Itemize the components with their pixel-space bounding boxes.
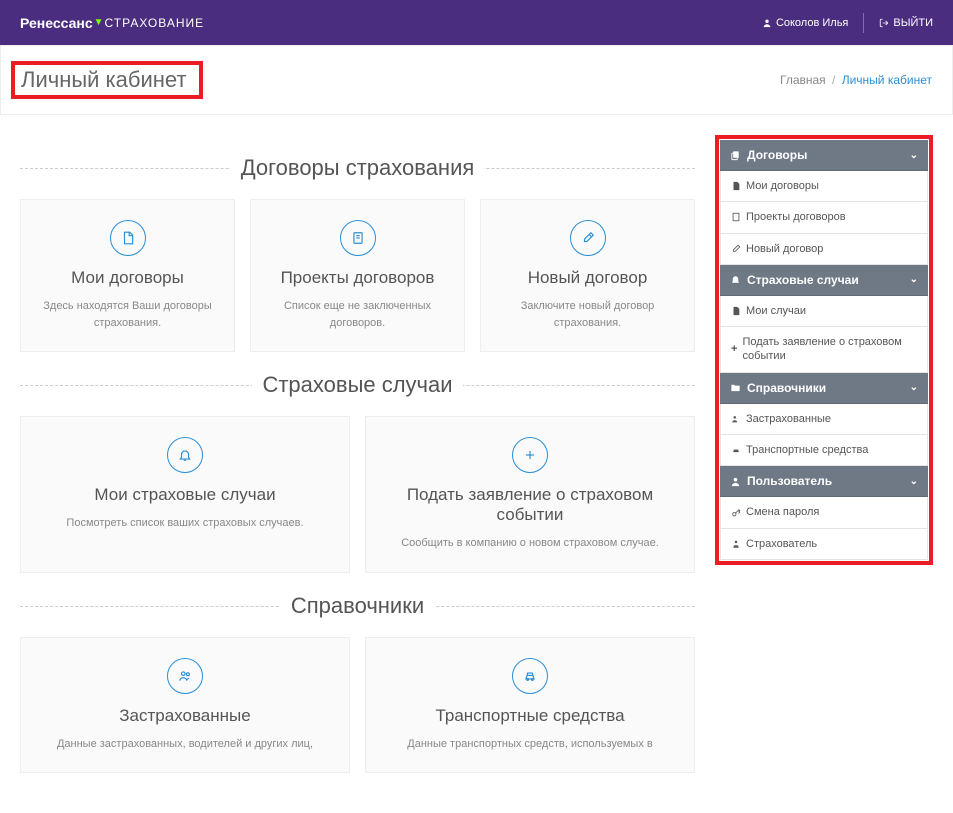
bell-icon (730, 274, 741, 285)
card-desc: Посмотреть список ваших страховых случае… (36, 515, 334, 532)
key-icon (731, 508, 741, 518)
card-my-contracts[interactable]: Мои договоры Здесь находятся Ваши догово… (20, 199, 235, 352)
folder-icon (730, 382, 741, 393)
plus-icon: + (731, 342, 737, 356)
card-desc: Данные транспортных средств, используемы… (381, 736, 679, 753)
logo-text-thin: СТРАХОВАНИЕ (105, 16, 205, 30)
chevron-down-icon: ⌄ (910, 382, 918, 393)
sidebar-item-insured[interactable]: Застрахованные (720, 404, 928, 435)
user-name: Соколов Илья (776, 17, 848, 29)
sidebar-group-user[interactable]: Пользователь ⌄ (720, 466, 928, 497)
card-insured[interactable]: Застрахованные Данные застрахованных, во… (20, 637, 350, 774)
sidebar-item-new-contract[interactable]: Новый договор (720, 234, 928, 265)
sidebar-item-my-contracts[interactable]: Мои договоры (720, 171, 928, 202)
card-desc: Данные застрахованных, водителей и други… (36, 736, 334, 753)
section-title: Страховые случаи (252, 372, 462, 398)
sidebar-item-drafts[interactable]: Проекты договоров (720, 202, 928, 233)
breadcrumb-current[interactable]: Личный кабинет (842, 73, 932, 87)
card-desc: Заключите новый договор страхования. (496, 298, 679, 331)
card-desc: Здесь находятся Ваши договоры страховани… (36, 298, 219, 331)
file-icon (731, 181, 741, 191)
sidebar: Договоры ⌄ Мои договоры Проекты договоро… (715, 135, 933, 565)
card-my-cases[interactable]: Мои страховые случаи Посмотреть список в… (20, 416, 350, 573)
card-desc: Сообщить в компанию о новом страховом сл… (381, 535, 679, 552)
users-icon (167, 658, 203, 694)
card-draft-contracts[interactable]: Проекты договоров Список еще не заключен… (250, 199, 465, 352)
card-title: Проекты договоров (266, 268, 449, 288)
plus-icon (512, 437, 548, 473)
user-link[interactable]: Соколов Илья (762, 17, 848, 29)
sidebar-item-password[interactable]: Смена пароля (720, 497, 928, 528)
header-right: Соколов Илья ВЫЙТИ (762, 13, 933, 33)
sidebar-group-contracts[interactable]: Договоры ⌄ (720, 140, 928, 171)
main-content: Договоры страхования Мои договоры Здесь … (20, 135, 695, 793)
chevron-down-icon: ⌄ (910, 150, 918, 161)
copy-icon (730, 150, 741, 161)
section-header-references: Справочники (20, 593, 695, 619)
card-title: Мои страховые случаи (36, 485, 334, 505)
section-header-cases: Страховые случаи (20, 372, 695, 398)
car-icon (512, 658, 548, 694)
users-icon (731, 414, 741, 424)
breadcrumb: Главная / Личный кабинет (780, 73, 932, 87)
sidebar-item-vehicles[interactable]: Транспортные средства (720, 435, 928, 466)
chevron-down-icon: ⌄ (910, 476, 918, 487)
breadcrumb-sep: / (832, 73, 835, 87)
edit-icon (731, 244, 741, 254)
sidebar-item-my-cases[interactable]: Мои случаи (720, 296, 928, 327)
card-title: Застрахованные (36, 706, 334, 726)
file-icon (731, 306, 741, 316)
logout-icon (879, 18, 889, 28)
app-header: Ренессанс ▼ СТРАХОВАНИЕ Соколов Илья ВЫЙ… (0, 0, 953, 45)
section-title: Справочники (281, 593, 434, 619)
card-new-contract[interactable]: Новый договор Заключите новый договор ст… (480, 199, 695, 352)
card-title: Транспортные средства (381, 706, 679, 726)
card-title: Подать заявление о страховом событии (381, 485, 679, 525)
user-icon (730, 476, 741, 487)
logo-triangle-icon: ▼ (94, 17, 104, 28)
person-icon (731, 539, 741, 549)
sidebar-item-policyholder[interactable]: Страхователь (720, 529, 928, 560)
page-bar: Личный кабинет Главная / Личный кабинет (0, 45, 953, 115)
header-divider (863, 13, 864, 33)
car-icon (731, 445, 741, 455)
sidebar-item-file-claim[interactable]: +Подать заявление о страховом событии (720, 327, 928, 373)
card-title: Новый договор (496, 268, 679, 288)
page-title: Личный кабинет (11, 61, 203, 99)
section-title: Договоры страхования (231, 155, 485, 181)
logout-link[interactable]: ВЫЙТИ (879, 17, 933, 29)
edit-icon (570, 220, 606, 256)
sidebar-group-references[interactable]: Справочники ⌄ (720, 373, 928, 404)
breadcrumb-home[interactable]: Главная (780, 73, 826, 87)
card-desc: Список еще не заключенных договоров. (266, 298, 449, 331)
chevron-down-icon: ⌄ (910, 274, 918, 285)
sidebar-group-cases[interactable]: Страховые случаи ⌄ (720, 265, 928, 296)
card-vehicles[interactable]: Транспортные средства Данные транспортны… (365, 637, 695, 774)
logout-label: ВЫЙТИ (893, 17, 933, 29)
draft-icon (731, 212, 741, 222)
logo[interactable]: Ренессанс ▼ СТРАХОВАНИЕ (20, 15, 204, 31)
section-header-contracts: Договоры страхования (20, 155, 695, 181)
card-title: Мои договоры (36, 268, 219, 288)
draft-icon (340, 220, 376, 256)
card-file-claim[interactable]: Подать заявление о страховом событии Соо… (365, 416, 695, 573)
user-icon (762, 18, 772, 28)
document-icon (110, 220, 146, 256)
bell-icon (167, 437, 203, 473)
logo-text-bold: Ренессанс (20, 15, 93, 31)
